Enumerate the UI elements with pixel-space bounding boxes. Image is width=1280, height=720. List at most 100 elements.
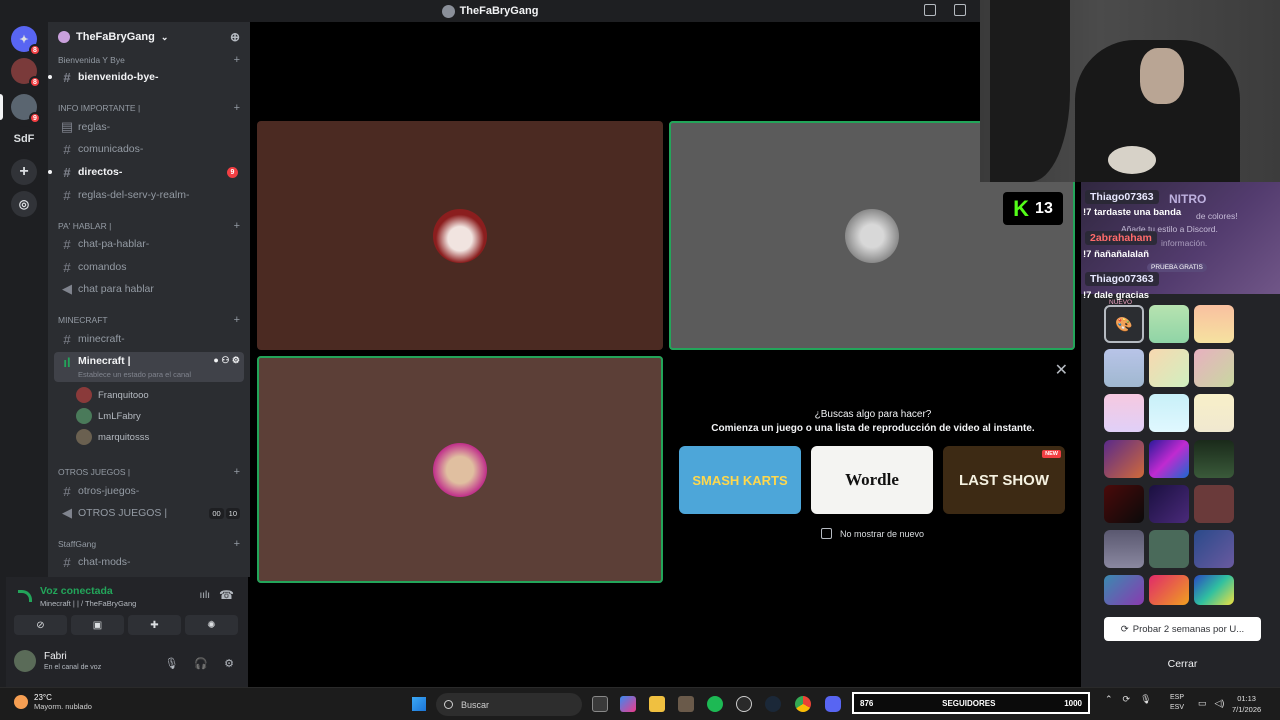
- plus-icon[interactable]: +: [234, 220, 240, 232]
- add-server-button[interactable]: +: [11, 159, 37, 185]
- category-otros[interactable]: OTROS JUEGOS | +: [58, 465, 240, 479]
- taskbar-search[interactable]: Buscar: [436, 693, 582, 716]
- headphones-icon[interactable]: 🎧: [194, 657, 208, 670]
- server-header[interactable]: TheFaBryGang ⌄ ⊕: [48, 22, 250, 52]
- game-card-last-show[interactable]: LAST SHOW NEW: [943, 446, 1065, 514]
- dm-home-button[interactable]: ✦ 8: [11, 26, 41, 56]
- channel-otros-juegos[interactable]: # otros-juegos-: [54, 481, 244, 501]
- activities-button[interactable]: ✚: [128, 615, 181, 635]
- channel-directos[interactable]: # directos- 9: [48, 162, 244, 182]
- discord-taskbar-icon[interactable]: [825, 696, 841, 712]
- plus-icon[interactable]: +: [234, 54, 240, 66]
- category-staff[interactable]: StaffGang +: [58, 537, 240, 551]
- file-explorer-icon[interactable]: [649, 696, 665, 712]
- channel-minecraft-text[interactable]: # minecraft-: [54, 329, 244, 349]
- theme-swatch[interactable]: [1149, 349, 1189, 387]
- chevron-up-icon[interactable]: ⌃: [1105, 694, 1113, 705]
- channel-bienvenido[interactable]: # bienvenido-bye-: [48, 67, 244, 87]
- server-icon-1[interactable]: 8: [11, 58, 41, 88]
- channel-comunicados[interactable]: # comunicados-: [54, 139, 244, 159]
- voice-user-3[interactable]: marquitosss: [76, 428, 149, 446]
- soundboard-button[interactable]: ✺: [185, 615, 238, 635]
- game-card-wordle[interactable]: Wordle: [811, 446, 933, 514]
- theme-swatch[interactable]: [1194, 305, 1234, 343]
- sync-icon[interactable]: ⟳: [1123, 694, 1131, 705]
- server-icon-thefabrygang[interactable]: 9: [11, 94, 41, 124]
- game-card-smash-karts[interactable]: SMASH KARTS: [679, 446, 801, 514]
- invite-icon[interactable]: ⊕: [230, 30, 240, 44]
- theme-swatch[interactable]: [1149, 305, 1189, 343]
- theme-swatch[interactable]: [1104, 349, 1144, 387]
- steam-icon[interactable]: [765, 696, 781, 712]
- category-bienvenida[interactable]: Bienvenida Y Bye +: [58, 53, 240, 67]
- user-panel[interactable]: Fabri En el canal de voz: [14, 650, 101, 672]
- discover-button[interactable]: ◎: [11, 191, 37, 217]
- copilot-icon[interactable]: [620, 696, 636, 712]
- plus-icon[interactable]: +: [234, 102, 240, 114]
- theme-swatch[interactable]: [1104, 575, 1144, 605]
- theme-swatch[interactable]: [1194, 575, 1234, 605]
- channel-status-input[interactable]: Establece un estado para el canal: [78, 370, 191, 379]
- camera-off-button[interactable]: ⊘: [14, 615, 67, 635]
- theme-swatch[interactable]: [1194, 485, 1234, 523]
- spotify-icon[interactable]: [707, 696, 723, 712]
- inbox-icon[interactable]: [924, 4, 936, 16]
- channel-reglas-serv[interactable]: # reglas-del-serv-y-realm-: [54, 185, 244, 205]
- theme-swatch[interactable]: [1149, 530, 1189, 568]
- channel-chat-pa-hablar[interactable]: # chat-pa-hablar-: [54, 234, 244, 254]
- weather-widget[interactable]: 23°C Mayorm. nublado: [14, 693, 92, 711]
- category-info[interactable]: INFO IMPORTANTE | +: [58, 101, 240, 115]
- plus-icon[interactable]: +: [234, 538, 240, 550]
- theme-swatch[interactable]: [1104, 485, 1144, 523]
- network-volume[interactable]: ▭ ◁): [1198, 698, 1224, 709]
- theme-swatch[interactable]: [1194, 349, 1234, 387]
- chrome-icon[interactable]: [795, 696, 811, 712]
- channel-otros-voice[interactable]: ◀ OTROS JUEGOS | 00 10: [54, 503, 244, 523]
- mic-icon[interactable]: 🎙: [1140, 694, 1151, 705]
- theme-swatch[interactable]: [1194, 394, 1234, 432]
- theme-swatch[interactable]: [1149, 440, 1189, 478]
- channel-chat-para-hablar[interactable]: ◀ chat para hablar: [54, 279, 244, 299]
- theme-swatch[interactable]: [1194, 530, 1234, 568]
- palette-icon[interactable]: 🎨: [1104, 305, 1144, 343]
- close-button[interactable]: Cerrar: [1104, 652, 1261, 676]
- app-icon[interactable]: [736, 696, 752, 712]
- category-pa-hablar[interactable]: PA' HABLAR | +: [58, 219, 240, 233]
- theme-swatch[interactable]: [1149, 485, 1189, 523]
- task-view-icon[interactable]: [592, 696, 608, 712]
- channel-comandos[interactable]: # comandos: [54, 257, 244, 277]
- gear-icon[interactable]: ⚙: [224, 657, 234, 670]
- theme-swatch[interactable]: [1104, 394, 1144, 432]
- voice-user-1[interactable]: Franquitooo: [76, 386, 149, 404]
- channel-chat-mods[interactable]: # chat-mods-: [54, 552, 244, 572]
- noise-suppression-icon[interactable]: ıılı: [199, 590, 210, 601]
- theme-swatch[interactable]: [1104, 530, 1144, 568]
- channel-action-icons[interactable]: ● ⚇ ⚙: [213, 355, 240, 366]
- clock[interactable]: 01:13 7/1/2026: [1232, 693, 1261, 715]
- server-sdf[interactable]: SdF: [11, 126, 37, 152]
- dont-show-again[interactable]: No mostrar de nuevo: [821, 528, 924, 539]
- theme-swatch[interactable]: [1149, 394, 1189, 432]
- category-minecraft[interactable]: MINECRAFT +: [58, 313, 240, 327]
- disconnect-icon[interactable]: ☎: [219, 588, 234, 602]
- channel-reglas[interactable]: ▤ reglas-: [54, 117, 244, 137]
- plus-icon[interactable]: +: [234, 314, 240, 326]
- signal-icon[interactable]: [18, 590, 32, 602]
- voice-location[interactable]: Minecraft | | / TheFaBryGang: [40, 599, 136, 608]
- nitro-trial-button[interactable]: ⟳ Probar 2 semanas por U...: [1104, 617, 1261, 641]
- theme-swatch[interactable]: [1104, 440, 1144, 478]
- voice-status[interactable]: Voz conectada: [40, 585, 113, 597]
- windows-start-icon[interactable]: [412, 697, 426, 711]
- plus-icon[interactable]: +: [234, 466, 240, 478]
- voice-user-2[interactable]: LmLFabry: [76, 407, 141, 425]
- video-tile-3[interactable]: [257, 356, 663, 583]
- language-indicator[interactable]: ESP ESV: [1170, 693, 1184, 713]
- theme-swatch[interactable]: [1149, 575, 1189, 605]
- theme-swatch[interactable]: [1194, 440, 1234, 478]
- screen-share-button[interactable]: ▣: [71, 615, 124, 635]
- video-tile-1[interactable]: [257, 121, 663, 350]
- app-icon[interactable]: [678, 696, 694, 712]
- microphone-icon[interactable]: 🎙: [164, 657, 178, 670]
- checkbox[interactable]: [821, 528, 832, 539]
- help-icon[interactable]: [954, 4, 966, 16]
